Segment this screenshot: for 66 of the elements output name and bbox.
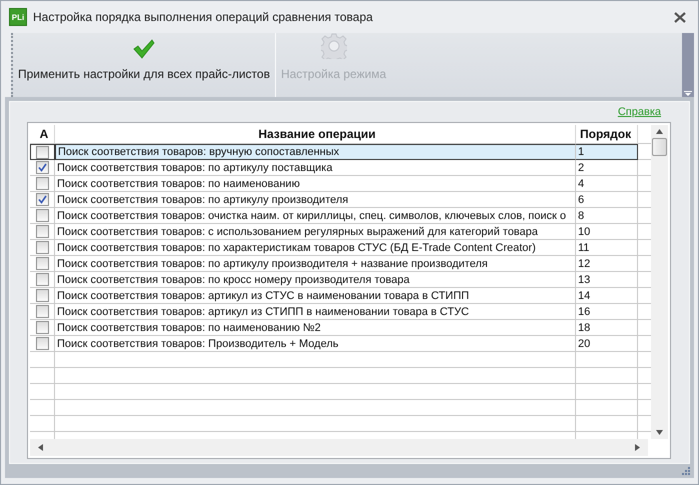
table-cell: 10 [576, 224, 638, 240]
table-row[interactable]: Поиск соответствия товаров: по наименованию №2 18 [30, 320, 651, 336]
table-cell: Поиск соответствия товаров: по характеристикам товаров СТУС (БД E-Trade Content Creator) [55, 240, 576, 256]
table-cell: 2 [576, 160, 638, 176]
overflow-icon[interactable] [684, 91, 692, 97]
table-cell: 8 [576, 208, 638, 224]
checkbox[interactable] [36, 289, 48, 302]
checkbox[interactable] [36, 273, 48, 286]
table-cell: Поиск соответствия товаров: артикул из СТИПП в наименовании товара в СТУС [55, 304, 576, 320]
gear-icon [320, 33, 347, 59]
resize-grip-icon[interactable] [682, 467, 690, 475]
table-row[interactable]: Поиск соответствия товаров: артикул из СТИПП в наименовании товара в СТУС 16 [30, 304, 651, 320]
table-row[interactable]: Поиск соответствия товаров: по артикулу производителя + название производителя 12 [30, 256, 651, 272]
table-row[interactable]: Поиск соответствия товаров: по кросс номеру производителя товара 13 [30, 272, 651, 288]
checkbox[interactable] [36, 337, 48, 350]
table-cell: 16 [576, 304, 638, 320]
checkbox[interactable] [36, 225, 48, 238]
scroll-left-icon[interactable] [38, 444, 43, 451]
scroll-thumb[interactable] [652, 138, 667, 156]
table-cell: Поиск соответствия товаров: вручную сопоставленных [55, 144, 576, 160]
table-row[interactable]: Поиск соответствия товаров: Производитель + Модель 20 [30, 336, 651, 352]
table-row[interactable]: Поиск соответствия товаров: по характеристикам товаров СТУС (БД E-Trade Content Creator) 11 [30, 240, 651, 256]
scroll-down-icon[interactable] [656, 430, 663, 435]
table-cell: Поиск соответствия товаров: по наименованию [55, 176, 576, 192]
checkbox[interactable] [36, 257, 48, 270]
table-cell: Поиск соответствия товаров: артикул из СТУС в наименовании товара в СТИПП [55, 288, 576, 304]
table-cell: 1 [576, 144, 638, 160]
checkbox[interactable] [36, 241, 48, 254]
close-icon[interactable] [674, 12, 686, 22]
table-row[interactable]: Поиск соответствия товаров: по артикулу поставщика 2 [30, 160, 651, 176]
table-cell: Поиск соответствия товаров: Производитель + Модель [55, 336, 576, 352]
table-cell: 20 [576, 336, 638, 352]
checkbox[interactable] [36, 193, 48, 206]
vertical-scrollbar[interactable] [651, 125, 668, 439]
table-row[interactable]: Поиск соответствия товаров: с использованием регулярных выражений для категорий товара 10 [30, 224, 651, 240]
table-cell: Поиск соответствия товаров: по артикулу производителя + название производителя [55, 256, 576, 272]
table-cell: 14 [576, 288, 638, 304]
checkmark-icon [132, 39, 155, 59]
table-cell: Поиск соответствия товаров: по кросс номеру производителя товара [55, 272, 576, 288]
table-cell: 6 [576, 192, 638, 208]
checkbox[interactable] [36, 305, 48, 318]
app-logo: PLi [9, 8, 27, 26]
table-cell: Поиск соответствия товаров: по артикулу поставщика [55, 160, 576, 176]
table-cell: 12 [576, 256, 638, 272]
table-cell: Поиск соответствия товаров: очистка наим. от кириллицы, спец. символов, ключевых слов, поиск о [55, 208, 576, 224]
table-cell: Поиск соответствия товаров: по наименованию №2 [55, 320, 576, 336]
table-cell: 4 [576, 176, 638, 192]
checkbox[interactable] [36, 177, 48, 190]
table-cell: Поиск соответствия товаров: по артикулу производителя [55, 192, 576, 208]
window-title: Настройка порядка выполнения операций сравнения товара [33, 10, 374, 24]
column-header[interactable]: A [30, 125, 55, 144]
table-row[interactable]: Поиск соответствия товаров: артикул из СТУС в наименовании товара в СТИПП 14 [30, 288, 651, 304]
table-row[interactable]: Поиск соответствия товаров: по наименованию 4 [30, 176, 651, 192]
table-cell: Поиск соответствия товаров: с использованием регулярных выражений для категорий товара [55, 224, 576, 240]
table-cell: 11 [576, 240, 638, 256]
table-cell: 18 [576, 320, 638, 336]
checkbox[interactable] [36, 146, 49, 158]
table-cell: 13 [576, 272, 638, 288]
checkbox[interactable] [36, 161, 48, 174]
checkbox[interactable] [36, 321, 48, 334]
checkbox[interactable] [36, 209, 48, 222]
scroll-up-icon[interactable] [656, 129, 663, 134]
table-row[interactable]: Поиск соответствия товаров: вручную сопоставленных 1 [30, 144, 651, 160]
table-row[interactable]: Поиск соответствия товаров: очистка наим. от кириллицы, спец. символов, ключевых слов, поиск о 8 [30, 208, 651, 224]
scroll-right-icon[interactable] [635, 444, 640, 451]
table-row[interactable]: Поиск соответствия товаров: по артикулу производителя 6 [30, 192, 651, 208]
